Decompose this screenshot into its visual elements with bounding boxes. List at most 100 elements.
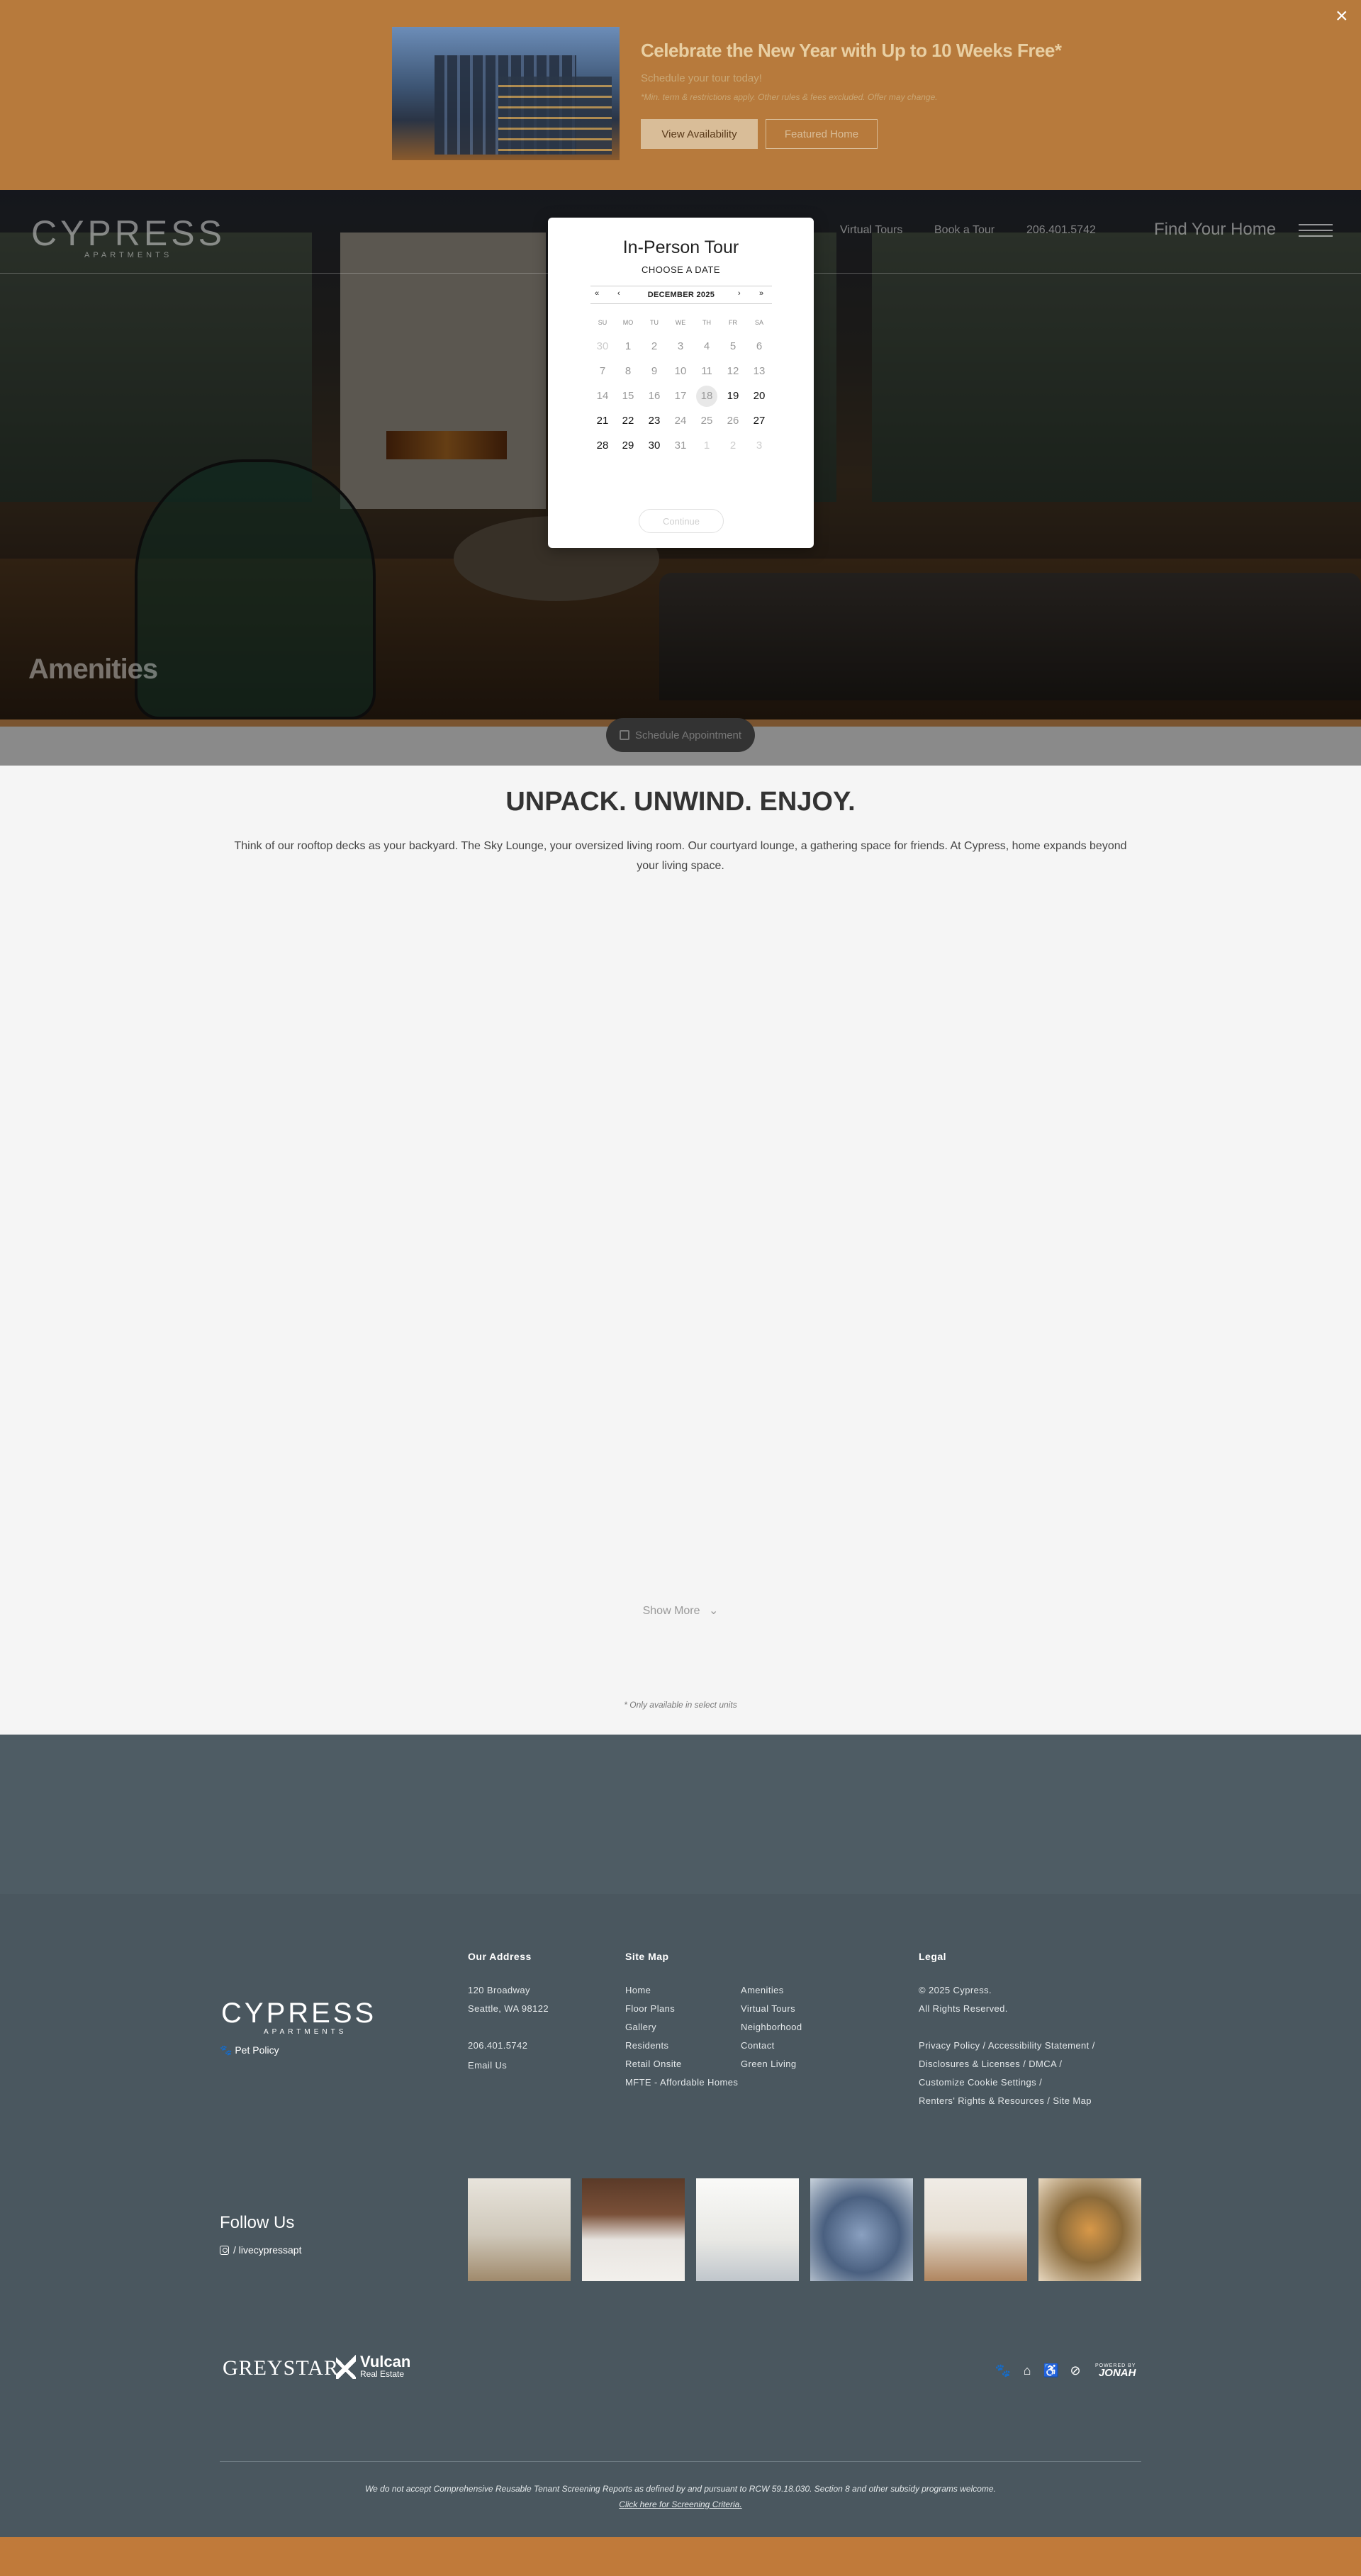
jonah-logo[interactable]: POWERED BY JONAH bbox=[1095, 2363, 1136, 2378]
compliance-icons: 🐾 ⌂ ♿ ⊘ POWERED BY JONAH bbox=[995, 2362, 1136, 2379]
vulcan-mark-icon bbox=[336, 2355, 356, 2379]
legal-links-1[interactable]: Privacy Policy / Accessibility Statement… bbox=[919, 2040, 1095, 2051]
availability-note: * Only available in select units bbox=[624, 1700, 737, 1710]
calendar-day: 2 bbox=[729, 439, 736, 452]
legal-links-4[interactable]: Renters' Rights & Resources / Site Map bbox=[919, 2095, 1092, 2106]
last-month-icon[interactable]: » bbox=[759, 289, 763, 298]
instagram-photo-5[interactable] bbox=[924, 2178, 1027, 2281]
footer-phone-link[interactable]: 206.401.5742 bbox=[468, 2040, 527, 2051]
calendar-month: DECEMBER 2025 bbox=[647, 291, 715, 299]
sitemap-link[interactable]: Contact bbox=[741, 2040, 775, 2051]
calendar-day[interactable]: 22 bbox=[616, 410, 640, 432]
calendar-day: 13 bbox=[753, 365, 766, 377]
instagram-photo-6[interactable] bbox=[1038, 2178, 1141, 2281]
instagram-icon bbox=[220, 2245, 229, 2255]
legal-links-2[interactable]: Disclosures & Licenses / DMCA / bbox=[919, 2059, 1062, 2069]
promo-banner: Celebrate the New Year with Up to 10 Wee… bbox=[0, 0, 1361, 190]
calendar-day: 2 bbox=[651, 340, 658, 352]
greystar-logo[interactable]: GREYSTAR bbox=[223, 2356, 339, 2380]
calendar-day[interactable]: 19 bbox=[721, 386, 745, 407]
sitemap-link[interactable]: Amenities bbox=[741, 1985, 784, 1995]
promo-note: *Min. term & restrictions apply. Other r… bbox=[641, 92, 938, 102]
schedule-appointment-button[interactable]: Schedule Appointment bbox=[606, 718, 755, 752]
vulcan-logo[interactable]: Vulcan Real Estate bbox=[336, 2354, 410, 2379]
calendar-day: 6 bbox=[756, 340, 763, 352]
hamburger-icon[interactable] bbox=[1299, 224, 1333, 237]
instagram-photo-1[interactable] bbox=[468, 2178, 571, 2281]
calendar-day[interactable]: 27 bbox=[747, 410, 771, 432]
find-your-home-link[interactable]: Find Your Home bbox=[1154, 220, 1276, 240]
screening-disclaimer: We do not accept Comprehensive Reusable … bbox=[365, 2484, 996, 2494]
continue-button[interactable]: Continue bbox=[639, 509, 724, 533]
calendar-day: 12 bbox=[727, 365, 739, 377]
nav-virtual-tours[interactable]: Virtual Tours bbox=[840, 224, 902, 237]
footer-divider bbox=[220, 2461, 1141, 2462]
address-line2: Seattle, WA 98122 bbox=[468, 2003, 549, 2014]
tour-modal: In-Person Tour CHOOSE A DATE « ‹ DECEMBE… bbox=[548, 218, 814, 548]
nav-phone[interactable]: 206.401.5742 bbox=[1026, 224, 1096, 237]
footer: CYPRESS APARTMENTS 🐾 Pet Policy Our Addr… bbox=[0, 1894, 1361, 2537]
calendar-day: 9 bbox=[651, 365, 658, 377]
promo-subtitle: Schedule your tour today! bbox=[641, 72, 762, 84]
sitemap-link[interactable]: Home bbox=[625, 1985, 651, 1995]
calendar-day: 31 bbox=[674, 439, 687, 452]
sitemap-link[interactable]: MFTE - Affordable Homes bbox=[625, 2077, 738, 2088]
instagram-link[interactable]: / livecypressapt bbox=[220, 2244, 301, 2256]
chevron-down-icon: ⌄ bbox=[708, 1605, 719, 1617]
address-line1: 120 Broadway bbox=[468, 1985, 530, 1995]
calendar-day[interactable]: 28 bbox=[590, 435, 615, 457]
calendar-day: 4 bbox=[703, 340, 710, 352]
calendar-day: 5 bbox=[729, 340, 736, 352]
hero-title: Amenities bbox=[28, 654, 158, 685]
sitemap-link[interactable]: Virtual Tours bbox=[741, 2003, 795, 2014]
calendar-day[interactable]: 21 bbox=[590, 410, 615, 432]
calendar-day: 10 bbox=[674, 365, 687, 377]
map-band bbox=[0, 1735, 1361, 1894]
sitemap-link[interactable]: Retail Onsite bbox=[625, 2059, 682, 2069]
instagram-photo-2[interactable] bbox=[582, 2178, 685, 2281]
equal-housing-icon: ⌂ bbox=[1023, 2363, 1031, 2378]
follow-us-heading: Follow Us bbox=[220, 2213, 295, 2232]
pet-policy-link[interactable]: 🐾 Pet Policy bbox=[220, 2044, 279, 2056]
sitemap-link[interactable]: Floor Plans bbox=[625, 2003, 675, 2014]
rights-reserved: All Rights Reserved. bbox=[919, 2003, 1008, 2014]
calendar-day[interactable]: 20 bbox=[747, 386, 771, 407]
sitemap-link[interactable]: Green Living bbox=[741, 2059, 797, 2069]
weekday-label: TH bbox=[702, 319, 711, 326]
calendar-day: 11 bbox=[701, 365, 712, 377]
calendar-icon bbox=[619, 730, 629, 740]
content-heading: UNPACK. UNWIND. ENJOY. bbox=[505, 787, 856, 817]
sitemap-link[interactable]: Residents bbox=[625, 2040, 668, 2051]
nav-book-a-tour[interactable]: Book a Tour bbox=[934, 224, 995, 237]
calendar-day: 17 bbox=[674, 390, 687, 402]
promo-building-image bbox=[392, 27, 620, 160]
address-heading: Our Address bbox=[468, 1951, 532, 1962]
footer-logo[interactable]: CYPRESS APARTMENTS bbox=[221, 1998, 376, 2036]
site-logo[interactable]: CYPRESS APARTMENTS bbox=[31, 213, 225, 259]
calendar-day[interactable]: 30 bbox=[642, 435, 666, 457]
weekday-label: FR bbox=[729, 319, 737, 326]
view-availability-button[interactable]: View Availability bbox=[641, 119, 758, 149]
calendar-day[interactable]: 29 bbox=[616, 435, 640, 457]
sitemap-link[interactable]: Neighborhood bbox=[741, 2022, 802, 2032]
modal-subtitle: CHOOSE A DATE bbox=[641, 264, 720, 275]
sitemap-link[interactable]: Gallery bbox=[625, 2022, 656, 2032]
weekday-label: WE bbox=[675, 319, 686, 326]
show-more-button[interactable]: Show More ⌄ bbox=[0, 1603, 1361, 1618]
promo-title: Celebrate the New Year with Up to 10 Wee… bbox=[641, 40, 1062, 61]
next-month-icon[interactable]: › bbox=[738, 289, 741, 298]
calendar-header: « ‹ DECEMBER 2025 › » bbox=[590, 286, 772, 304]
close-icon[interactable]: × bbox=[1335, 4, 1348, 28]
email-us-link[interactable]: Email Us bbox=[468, 2060, 507, 2071]
accessibility-icon: ♿ bbox=[1043, 2363, 1060, 2378]
weekday-label: SU bbox=[598, 319, 607, 326]
calendar-day[interactable]: 23 bbox=[642, 410, 666, 432]
instagram-photo-4[interactable] bbox=[810, 2178, 913, 2281]
calendar-day: 7 bbox=[599, 365, 606, 377]
instagram-photo-3[interactable] bbox=[696, 2178, 799, 2281]
calendar-day: 1 bbox=[703, 439, 710, 452]
legal-links-3[interactable]: Customize Cookie Settings / bbox=[919, 2077, 1042, 2088]
featured-home-button[interactable]: Featured Home bbox=[766, 119, 878, 149]
paw-icon: 🐾 bbox=[220, 2044, 233, 2056]
screening-criteria-link[interactable]: Click here for Screening Criteria. bbox=[0, 2499, 1361, 2509]
